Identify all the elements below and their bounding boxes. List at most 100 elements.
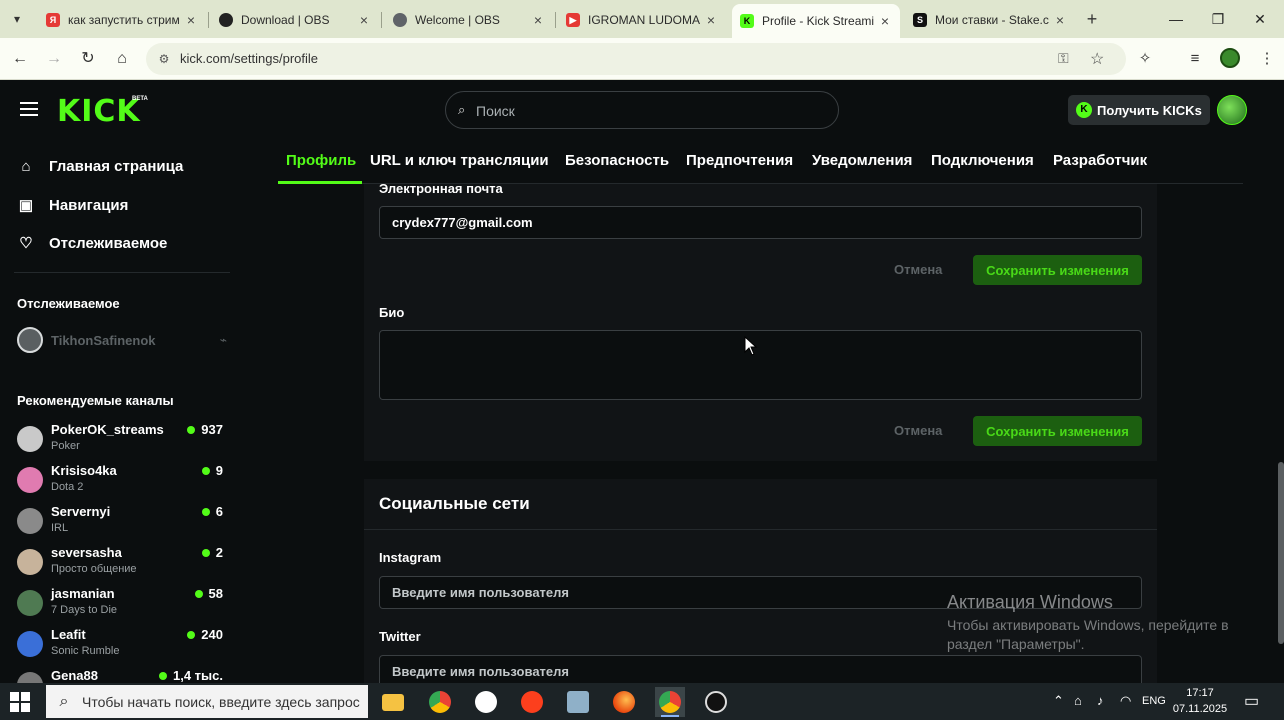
browser-tab[interactable]: Я как запустить стрим ×	[38, 6, 206, 34]
scrollbar-thumb[interactable]	[1278, 462, 1284, 644]
tab-search-chevron-icon[interactable]: ▾	[6, 9, 28, 29]
browser-menu-icon[interactable]: ⋮	[1256, 48, 1278, 70]
browser-tab[interactable]: ▶ IGROMAN LUDOMAN ×	[558, 6, 726, 34]
sidebar-item-home[interactable]: ⌂ Главная страница	[17, 158, 183, 175]
channel-name: Leafit	[51, 627, 86, 642]
followed-channel[interactable]: TikhonSafinenok ⌁	[17, 326, 227, 354]
browser-tab[interactable]: S Мои ставки - Stake.com ×	[905, 6, 1075, 34]
recommended-channel[interactable]: Leafit Sonic Rumble 240	[17, 625, 227, 665]
minimize-icon[interactable]: —	[1156, 6, 1196, 32]
home-icon[interactable]: ⌂	[110, 47, 134, 71]
close-window-icon[interactable]: ✕	[1240, 6, 1280, 32]
browser-tab[interactable]: Welcome | OBS ×	[385, 6, 553, 34]
tab-preferences[interactable]: Предпочтения	[686, 152, 793, 169]
email-field[interactable]	[379, 206, 1142, 239]
channel-category: Sonic Rumble	[51, 645, 120, 657]
tab-close-icon[interactable]: ×	[184, 12, 198, 28]
network-icon[interactable]: ⌂	[1074, 693, 1082, 708]
tab-close-icon[interactable]: ×	[1053, 12, 1067, 28]
channel-avatar	[17, 327, 43, 353]
twitter-username-input[interactable]	[379, 655, 1142, 683]
tab-profile[interactable]: Профиль	[286, 152, 356, 169]
yandex-favicon-icon: Я	[46, 13, 60, 27]
yandex-browser-icon[interactable]	[471, 687, 501, 717]
sidebar-item-browse[interactable]: ▣ Навигация	[17, 196, 129, 215]
social-section-title: Социальные сети	[379, 494, 530, 513]
back-arrow-icon[interactable]: ←	[8, 47, 32, 71]
url-text[interactable]: kick.com/settings/profile	[180, 51, 318, 66]
bookmark-star-icon[interactable]: ☆	[1090, 49, 1104, 69]
search-input[interactable]	[476, 100, 816, 122]
browser-profile-avatar[interactable]	[1220, 48, 1240, 68]
file-explorer-icon[interactable]	[378, 687, 408, 717]
obs-icon[interactable]	[701, 687, 731, 717]
channel-avatar	[17, 549, 43, 575]
viewer-count: 58	[194, 586, 223, 601]
extensions-puzzle-icon[interactable]: ✧	[1134, 48, 1156, 70]
bio-save-button[interactable]: Сохранить изменения	[973, 416, 1142, 446]
email-cancel-button[interactable]: Отмена	[894, 262, 942, 277]
tab-notifications[interactable]: Уведомления	[812, 152, 912, 169]
new-tab-plus-icon[interactable]: +	[1082, 8, 1102, 30]
tab-title: Download | OBS	[241, 13, 330, 27]
recommended-channel[interactable]: seversasha Просто общение 2	[17, 543, 227, 583]
windows-start-icon[interactable]	[10, 692, 30, 712]
profile-card: Электронная почта Отмена Сохранить измен…	[364, 184, 1157, 461]
chrome-icon[interactable]	[425, 687, 455, 717]
reload-icon[interactable]: ↻	[76, 47, 100, 71]
channel-avatar	[17, 467, 43, 493]
recommended-channel[interactable]: Servernyi IRL 6	[17, 502, 227, 542]
firefox-icon[interactable]	[609, 687, 639, 717]
forward-arrow-icon[interactable]: →	[42, 47, 66, 71]
recommended-channel[interactable]: jasmanian 7 Days to Die 58	[17, 584, 227, 624]
tab-developer[interactable]: Разработчик	[1053, 152, 1147, 169]
yandex-icon[interactable]	[517, 687, 547, 717]
viewer-count-value: 1,4 тыс.	[173, 668, 223, 683]
volume-icon[interactable]: ♪	[1097, 693, 1104, 708]
tab-separator	[555, 12, 556, 28]
recommended-channel[interactable]: PokerOK_streams Poker 937	[17, 420, 227, 460]
channel-name: TikhonSafinenok	[51, 332, 156, 348]
taskbar-clock[interactable]: 17:17 07.11.2025	[1170, 685, 1230, 717]
bio-cancel-button[interactable]: Отмена	[894, 423, 942, 438]
channel-name: Servernyi	[51, 504, 111, 519]
address-bar[interactable]: ⚙ kick.com/settings/profile ⚿ ☆	[146, 43, 1126, 75]
get-kicks-button[interactable]: K Получить KICKs	[1068, 95, 1210, 125]
notifications-icon[interactable]: ▭	[1244, 691, 1259, 711]
recommended-channel[interactable]: Gena88 1,4 тыс.	[17, 666, 227, 683]
site-info-icon[interactable]: ⚙	[156, 51, 172, 67]
hamburger-menu-icon[interactable]	[20, 102, 38, 116]
page-scrollbar[interactable]	[1278, 140, 1284, 683]
bio-textarea[interactable]	[379, 330, 1142, 400]
recommended-channel[interactable]: Krisiso4ka Dota 2 9	[17, 461, 227, 501]
user-avatar[interactable]	[1217, 95, 1247, 125]
control-panel-icon[interactable]	[563, 687, 593, 717]
tab-close-icon[interactable]: ×	[531, 12, 545, 28]
live-dot-icon	[159, 671, 167, 680]
taskbar-search[interactable]: ⌕	[46, 685, 368, 718]
browser-tab[interactable]: Download | OBS ×	[211, 6, 379, 34]
taskbar-search-input[interactable]	[82, 693, 364, 710]
wifi-icon[interactable]: ◠	[1120, 693, 1131, 709]
sidebar-item-following[interactable]: ♡ Отслеживаемое	[17, 234, 167, 253]
tab-connections[interactable]: Подключения	[931, 152, 1034, 169]
settings-tabs: Профиль URL и ключ трансляции Безопаснос…	[278, 140, 1243, 184]
browser-tab-active[interactable]: K Profile - Kick Streaming ×	[732, 4, 900, 38]
tab-stream-url-key[interactable]: URL и ключ трансляции	[370, 152, 549, 169]
tab-close-icon[interactable]: ×	[704, 12, 718, 28]
kick-logo[interactable]: KICK	[57, 94, 141, 129]
search-box[interactable]: ⌕	[445, 91, 839, 129]
tab-close-icon[interactable]: ×	[357, 12, 371, 28]
viewer-count-value: 240	[201, 627, 223, 642]
tab-security[interactable]: Безопасность	[565, 152, 669, 169]
reading-list-icon[interactable]: ≡	[1184, 48, 1206, 70]
viewer-count-value: 6	[215, 504, 223, 519]
tray-chevron-up-icon[interactable]: ⌃	[1053, 693, 1064, 709]
language-indicator[interactable]: ENG	[1142, 695, 1166, 707]
tab-title: Мои ставки - Stake.com	[935, 13, 1049, 27]
email-save-button[interactable]: Сохранить изменения	[973, 255, 1142, 285]
tab-close-icon[interactable]: ×	[878, 13, 892, 29]
password-key-icon[interactable]: ⚿	[1058, 50, 1069, 67]
restore-icon[interactable]: ❐	[1198, 6, 1238, 32]
chrome-active-icon[interactable]	[655, 687, 685, 717]
